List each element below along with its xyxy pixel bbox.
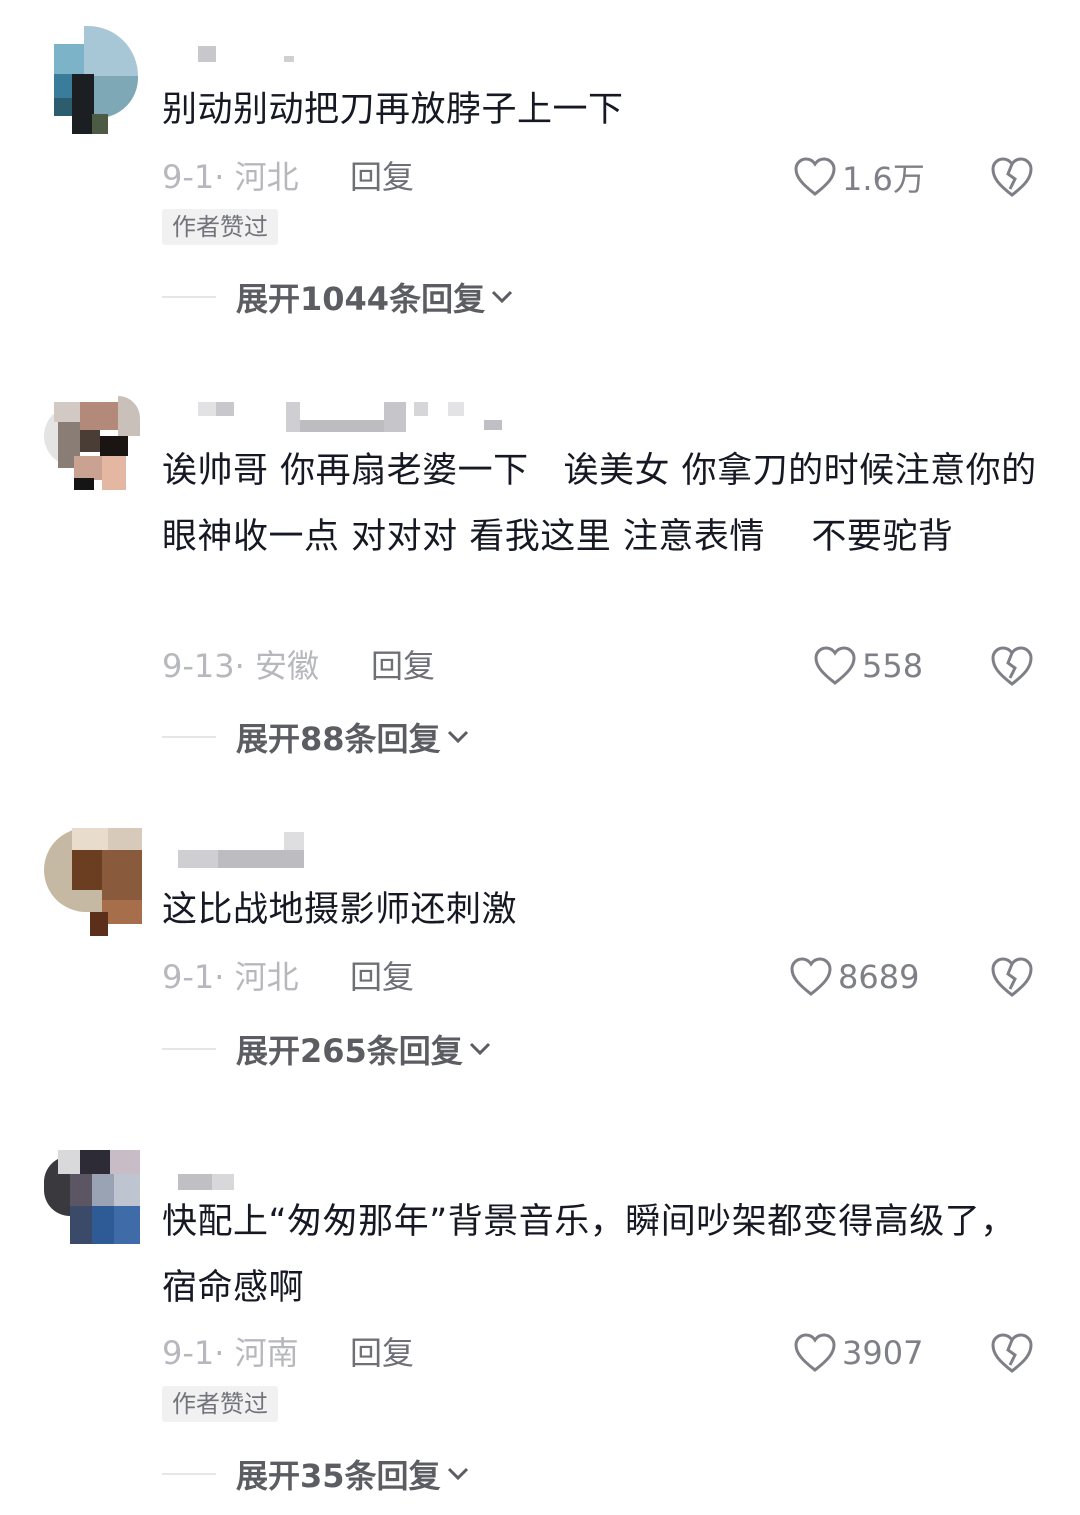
heart-outline-icon — [794, 1333, 836, 1372]
avatar[interactable] — [44, 828, 142, 936]
divider-line — [162, 736, 216, 738]
avatar[interactable] — [44, 1150, 142, 1258]
broken-heart-icon — [991, 157, 1033, 197]
reply-button[interactable]: 回复 — [350, 155, 414, 199]
comment-meta: 9-1· 河南 回复 — [162, 1331, 462, 1375]
like-count: 558 — [862, 647, 924, 685]
expand-replies-label: 展开265条回复 — [236, 1032, 463, 1070]
dislike-button[interactable] — [990, 955, 1034, 999]
comment-text: 诶帅哥 你再扇老婆一下 诶美女 你拿刀的时候注意你的眼神收一点 对对对 看我这里… — [162, 451, 1037, 557]
broken-heart-icon — [991, 646, 1033, 686]
chevron-down-icon — [469, 1042, 490, 1056]
avatar[interactable] — [44, 26, 142, 134]
comment-meta: 9-1· 河北 回复 — [162, 155, 462, 199]
expand-replies-button[interactable]: 展开265条回复 — [162, 1026, 491, 1072]
comment-date-location: 9-13· 安徽 — [162, 647, 319, 685]
broken-heart-icon — [991, 1333, 1033, 1373]
avatar[interactable] — [44, 396, 142, 504]
chevron-down-icon — [447, 1467, 468, 1481]
heart-outline-icon — [794, 157, 836, 196]
expand-replies-button[interactable]: 展开88条回复 — [162, 714, 469, 760]
chevron-down-icon — [492, 290, 513, 304]
dislike-button[interactable] — [990, 155, 1034, 199]
reply-button[interactable]: 回复 — [350, 1331, 414, 1375]
expand-replies-button[interactable]: 展开35条回复 — [162, 1451, 469, 1497]
broken-heart-icon — [991, 957, 1033, 997]
divider-line — [162, 1048, 216, 1050]
comment-date-location: 9-1· 河北 — [162, 158, 299, 196]
heart-outline-icon — [790, 957, 832, 996]
like-button[interactable]: 8689 — [790, 955, 919, 999]
comment-date-location: 9-1· 河北 — [162, 958, 299, 996]
chevron-down-icon — [447, 730, 468, 744]
author-liked-badge: 作者赞过 — [162, 1386, 278, 1422]
expand-replies-label: 展开35条回复 — [236, 1457, 441, 1495]
comment-meta: 9-1· 河北 回复 — [162, 955, 462, 999]
expand-replies-button[interactable]: 展开1044条回复 — [162, 274, 513, 320]
expand-replies-label: 展开1044条回复 — [236, 280, 486, 318]
like-count: 3907 — [842, 1334, 924, 1372]
expand-replies-label: 展开88条回复 — [236, 720, 441, 758]
comment-text: 快配上“匆匆那年”背景音乐，瞬间吵架都变得高级了，宿命感啊 — [162, 1202, 1016, 1308]
comment-date-location: 9-1· 河南 — [162, 1334, 299, 1372]
like-button[interactable]: 558 — [814, 644, 923, 688]
comment-text: 别动别动把刀再放脖子上一下 — [162, 90, 624, 130]
comment-text: 这比战地摄影师还刺激 — [162, 890, 518, 930]
like-count: 8689 — [838, 958, 920, 996]
dislike-button[interactable] — [990, 1331, 1034, 1375]
comment-meta: 9-13· 安徽 回复 — [162, 644, 482, 688]
like-button[interactable]: 3907 — [794, 1331, 923, 1375]
reply-button[interactable]: 回复 — [371, 644, 435, 688]
reply-button[interactable]: 回复 — [350, 955, 414, 999]
like-count: 1.6万 — [842, 160, 925, 198]
divider-line — [162, 1473, 216, 1475]
like-button[interactable]: 1.6万 — [794, 155, 925, 199]
divider-line — [162, 296, 216, 298]
heart-outline-icon — [814, 646, 856, 685]
author-liked-badge: 作者赞过 — [162, 209, 278, 245]
dislike-button[interactable] — [990, 644, 1034, 688]
